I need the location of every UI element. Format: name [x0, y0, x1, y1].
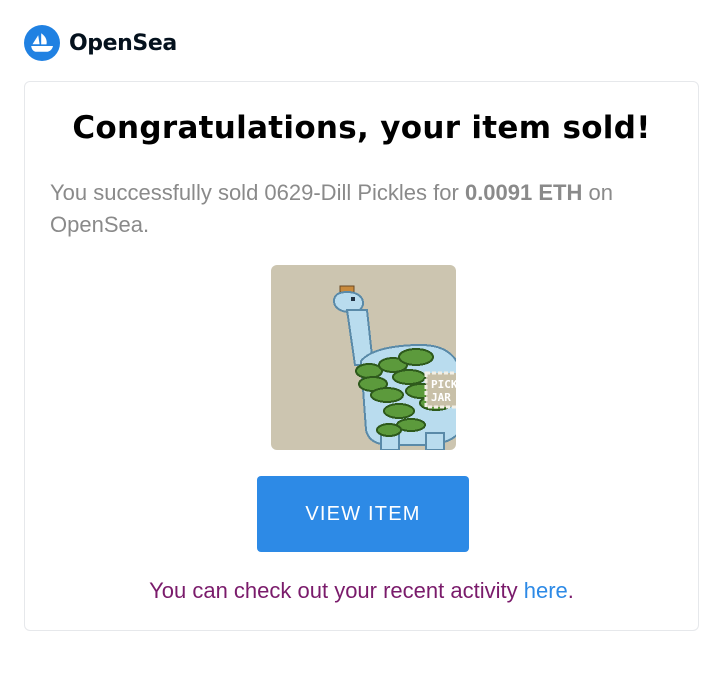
opensea-logo-icon	[24, 25, 60, 61]
activity-note-end: .	[567, 578, 574, 603]
brand-header[interactable]: OpenSea	[24, 25, 177, 61]
email-page: OpenSea Congratulations, your item sold!…	[0, 0, 719, 691]
item-image-label-line: PICKLE	[431, 378, 456, 391]
email-card: Congratulations, your item sold! You suc…	[24, 81, 699, 631]
headline: Congratulations, your item sold!	[72, 110, 651, 146]
sale-message: You successfully sold 0629-Dill Pickles …	[50, 177, 670, 241]
item-image-label-line: JAR	[431, 391, 451, 404]
brand-name: OpenSea	[69, 30, 177, 56]
activity-note: You can check out your recent activity h…	[25, 578, 698, 604]
sale-price: 0.0091 ETH	[464, 180, 583, 205]
activity-note-text: You can check out your recent activity	[149, 578, 518, 603]
item-image[interactable]: PICKLEJAR	[271, 265, 456, 450]
activity-link[interactable]: here	[524, 578, 568, 603]
view-item-button[interactable]: VIEW ITEM	[257, 476, 469, 552]
message-prefix: You successfully sold 0629-Dill Pickles …	[50, 180, 459, 205]
